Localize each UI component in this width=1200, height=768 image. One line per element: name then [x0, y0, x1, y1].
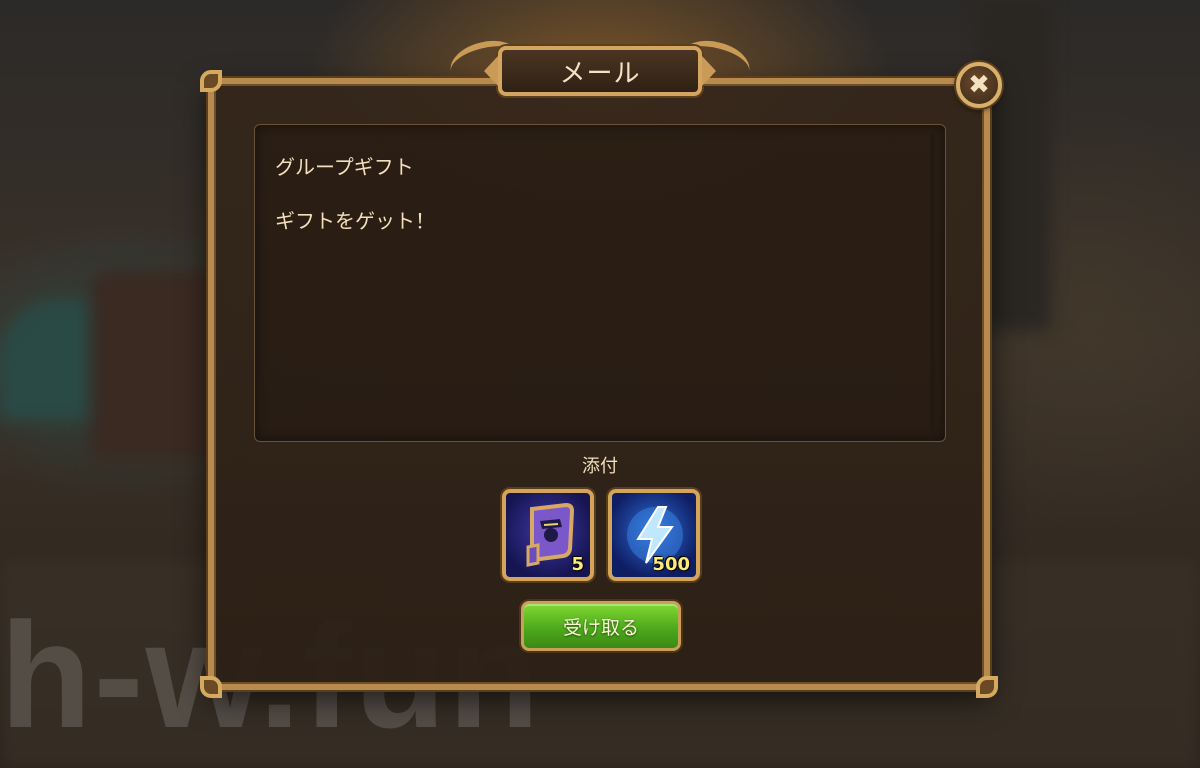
- frame-corner-ornament: [976, 676, 998, 698]
- message-subject: グループギフト: [275, 155, 414, 179]
- attachment-item-scroll[interactable]: 5: [502, 489, 594, 581]
- claim-button[interactable]: 受け取る: [521, 601, 681, 651]
- close-icon: ✖: [968, 70, 990, 100]
- dialog-title-banner: メール: [445, 34, 755, 102]
- dialog-title: メール: [559, 58, 641, 89]
- attachments-label: 添付: [582, 456, 618, 477]
- frame-corner-ornament: [200, 676, 222, 698]
- message-scrollbar[interactable]: [930, 133, 935, 433]
- item-count: 5: [571, 554, 584, 575]
- close-button[interactable]: ✖: [956, 62, 1002, 108]
- item-count: 500: [652, 554, 690, 575]
- title-plaque: メール: [484, 46, 716, 96]
- message-body: ギフトをゲット！: [275, 209, 435, 233]
- message-panel: グループギフト ギフトをゲット！: [254, 124, 946, 442]
- game-scene: h-w.fun メール ✖ グループギフト ギフトをゲット！ 添付 5: [0, 0, 1200, 768]
- claim-button-label: 受け取る: [562, 616, 639, 639]
- background-tower: [980, 0, 1050, 330]
- attachment-item-energy[interactable]: 500: [608, 489, 700, 581]
- frame-corner-ornament: [200, 70, 222, 92]
